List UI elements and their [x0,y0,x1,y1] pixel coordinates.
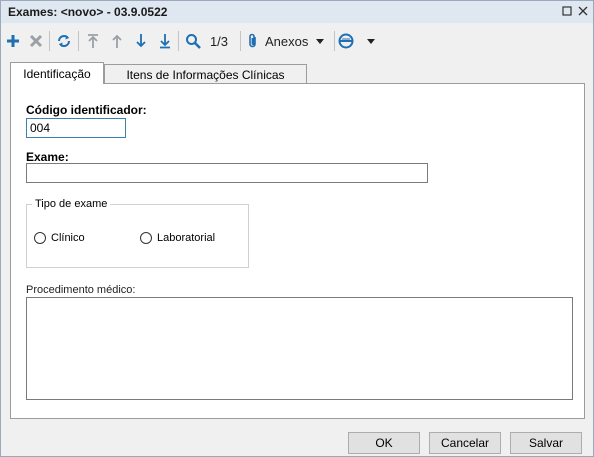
record-position: 1/3 [209,33,229,49]
codigo-input[interactable] [26,118,126,138]
attachments-label: Anexos [265,33,309,49]
previous-record-icon[interactable] [107,28,127,54]
toolbar-separator [78,31,79,51]
refresh-icon[interactable] [53,28,75,54]
add-icon[interactable] [3,28,23,54]
toolbar: 1/3 Anexos [1,28,593,54]
close-icon[interactable] [576,4,590,18]
ok-button[interactable]: OK [348,432,420,454]
tab-itens-informacoes-clinicas[interactable]: Itens de Informações Clínicas [104,64,307,84]
radio-clinico[interactable]: Clínico [34,232,85,244]
radio-circle[interactable] [34,232,46,244]
title-bar[interactable]: Exames: <novo> - 03.9.0522 [1,1,593,23]
paperclip-icon [247,33,259,49]
toolbar-separator [49,31,50,51]
exame-label: Exame: [26,150,69,164]
tab-panel: Código identificador: Exame: Tipo de exa… [10,83,585,419]
delete-icon[interactable] [26,28,46,54]
procedimento-textarea[interactable] [26,297,573,400]
toolbar-separator [334,31,335,51]
exame-input[interactable] [26,163,428,183]
toolbar-separator [240,31,241,51]
radio-laboratorial-label: Laboratorial [157,232,216,244]
radio-laboratorial[interactable]: Laboratorial [140,232,215,244]
toolbar-separator [178,31,179,51]
first-record-icon[interactable] [83,28,103,54]
attachments-button[interactable]: Anexos [247,28,333,54]
radio-clinico-label: Clínico [51,232,85,244]
disc-icon [338,33,354,49]
last-record-icon[interactable] [155,28,175,54]
search-icon[interactable] [182,28,204,54]
maximize-icon[interactable] [560,4,574,18]
tipo-exame-title: Tipo de exame [32,198,111,210]
procedimento-label: Procedimento médico: [26,284,136,296]
options-menu-button[interactable] [338,28,382,54]
tab-identificacao[interactable]: Identificação [10,62,104,84]
save-button[interactable]: Salvar [510,432,582,454]
chevron-down-icon [367,38,375,44]
next-record-icon[interactable] [131,28,151,54]
chevron-down-icon [316,38,325,44]
window-title: Exames: <novo> - 03.9.0522 [8,5,168,19]
codigo-label: Código identificador: [26,103,147,117]
dialog-window: Exames: <novo> - 03.9.0522 1/3 Anexos Id… [0,0,594,457]
radio-circle[interactable] [140,232,152,244]
cancel-button[interactable]: Cancelar [429,432,501,454]
